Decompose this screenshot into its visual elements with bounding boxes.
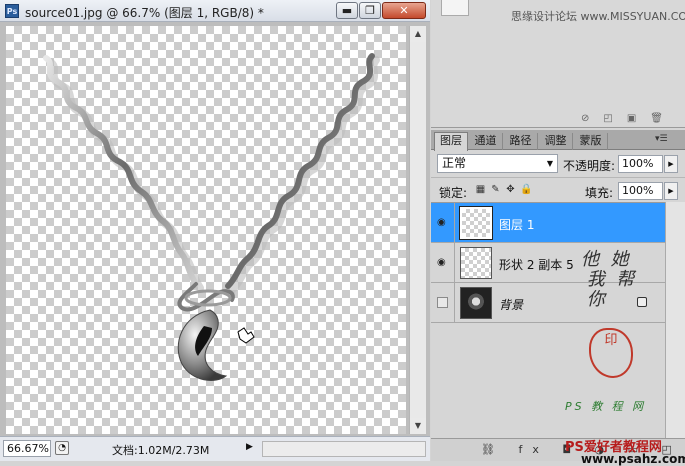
photoshop-logo-icon: Ps bbox=[5, 4, 19, 18]
lock-transparency-icon[interactable]: ▦ bbox=[475, 184, 486, 195]
upper-panel-footer-icons[interactable]: ⊘◰▣🗑 bbox=[581, 113, 677, 124]
layer-name[interactable]: 图层 1 bbox=[499, 216, 534, 233]
panel-tab-row: 图层 通道 路径 调整 蒙版 ▾☰ bbox=[431, 130, 685, 151]
layers-panel: 图层 通道 路径 调整 蒙版 ▾☰ 正常 ▼ 不透明度: 100% ▶ 锁定: … bbox=[431, 130, 685, 466]
tab-layers[interactable]: 图层 bbox=[434, 132, 468, 151]
upper-panel: 思缘设计论坛 www.MISSYUAN.COM ⊘◰▣🗑 bbox=[431, 0, 685, 128]
layer-name[interactable]: 形状 2 副本 5 bbox=[499, 256, 574, 273]
lock-label: 锁定: bbox=[439, 186, 468, 200]
layer-thumbnail bbox=[460, 247, 492, 279]
calligraphy-watermark: 他 她 我 帮 你 印 bbox=[581, 249, 635, 378]
image-canvas[interactable] bbox=[6, 26, 406, 434]
blend-mode-value: 正常 bbox=[442, 156, 467, 170]
fill-label: 填充: bbox=[585, 186, 614, 200]
blend-mode-select[interactable]: 正常 ▼ bbox=[437, 154, 558, 173]
chain-right bbox=[225, 53, 375, 289]
calligraphy-text: 他 她 我 帮 你 bbox=[581, 249, 635, 310]
close-icon: ✕ bbox=[399, 4, 409, 17]
lock-pixels-brush-icon[interactable]: ✎ bbox=[490, 184, 501, 195]
tab-masks[interactable]: 蒙版 bbox=[574, 133, 608, 150]
layer-thumbnail bbox=[459, 206, 493, 240]
eye-icon: ◉ bbox=[437, 257, 446, 268]
document-titlebar[interactable]: Ps source01.jpg @ 66.7% (图层 1, RGB/8) * … bbox=[0, 0, 430, 22]
site-url-watermark: www.psahz.com bbox=[581, 452, 685, 466]
opacity-field[interactable]: 100% bbox=[618, 155, 663, 173]
visibility-toggle[interactable] bbox=[431, 283, 455, 323]
scroll-down-arrow-icon[interactable]: ▼ bbox=[410, 418, 426, 434]
chain-left bbox=[43, 55, 199, 287]
document-title: source01.jpg @ 66.7% (图层 1, RGB/8) * bbox=[25, 6, 264, 20]
chevron-down-icon: ▼ bbox=[546, 159, 553, 168]
forum-watermark: 思缘设计论坛 www.MISSYUAN.COM bbox=[511, 10, 685, 23]
panel-menu-icon[interactable]: ▾☰ bbox=[655, 134, 668, 144]
panel-thumbnail bbox=[441, 0, 469, 16]
close-button[interactable]: ✕ bbox=[382, 2, 426, 19]
canvas-area: ▲ ▼ bbox=[0, 22, 430, 436]
lock-position-move-icon[interactable]: ✥ bbox=[505, 184, 516, 195]
lock-row: 锁定: ▦ ✎ ✥ 🔒 填充: 100% ▶ bbox=[431, 177, 685, 201]
fill-field[interactable]: 100% bbox=[618, 182, 663, 200]
opacity-slider-arrow-icon[interactable]: ▶ bbox=[664, 155, 678, 173]
lock-all-icon[interactable]: 🔒 bbox=[520, 184, 532, 195]
layer-list-scrollbar[interactable] bbox=[665, 202, 685, 438]
ps-tutorial-tag: PS 教 程 网 bbox=[565, 400, 647, 413]
minimize-icon: ▬ bbox=[341, 4, 353, 17]
minimize-button[interactable]: ▬ bbox=[336, 2, 358, 19]
lock-icon bbox=[637, 297, 647, 307]
status-info-icon[interactable]: ◔ bbox=[55, 441, 69, 455]
right-panel-dock: 思缘设计论坛 www.MISSYUAN.COM ⊘◰▣🗑 图层 通道 路径 调整… bbox=[431, 0, 685, 466]
tab-adjustments[interactable]: 调整 bbox=[539, 133, 573, 150]
tab-paths[interactable]: 路径 bbox=[504, 133, 538, 150]
status-bar: 66.67% ◔ 文档:1.02M/2.73M ▶ bbox=[0, 436, 430, 461]
tab-channels[interactable]: 通道 bbox=[469, 133, 503, 150]
status-menu-arrow-icon[interactable]: ▶ bbox=[246, 442, 253, 452]
scroll-up-arrow-icon[interactable]: ▲ bbox=[410, 26, 426, 42]
red-seal-stamp: 印 bbox=[589, 328, 633, 378]
maximize-button[interactable]: ❐ bbox=[359, 2, 381, 19]
hidden-visibility-box bbox=[437, 297, 448, 308]
visibility-toggle[interactable]: ◉ bbox=[431, 243, 455, 283]
vertical-scrollbar[interactable]: ▲ ▼ bbox=[409, 26, 426, 434]
hand-cursor-icon bbox=[237, 327, 255, 344]
background-thumbnail bbox=[460, 287, 492, 319]
zoom-level-field[interactable]: 66.67% bbox=[3, 440, 51, 457]
document-window: Ps source01.jpg @ 66.7% (图层 1, RGB/8) * … bbox=[0, 0, 430, 461]
horizontal-scrollbar[interactable] bbox=[262, 441, 426, 457]
document-size-info: 文档:1.02M/2.73M bbox=[112, 444, 210, 457]
maximize-icon: ❐ bbox=[365, 4, 375, 17]
layer-row-layer-1[interactable]: ◉ 图层 1 bbox=[431, 203, 665, 243]
fill-slider-arrow-icon[interactable]: ▶ bbox=[664, 182, 678, 200]
necklace-artwork bbox=[43, 53, 380, 381]
visibility-toggle[interactable]: ◉ bbox=[431, 203, 455, 243]
opacity-label: 不透明度: bbox=[563, 159, 616, 173]
layer-name[interactable]: 背景 bbox=[499, 296, 523, 313]
chain-left-shadow bbox=[46, 58, 204, 292]
blend-mode-row: 正常 ▼ 不透明度: 100% ▶ bbox=[431, 152, 685, 176]
eye-icon: ◉ bbox=[437, 217, 446, 228]
